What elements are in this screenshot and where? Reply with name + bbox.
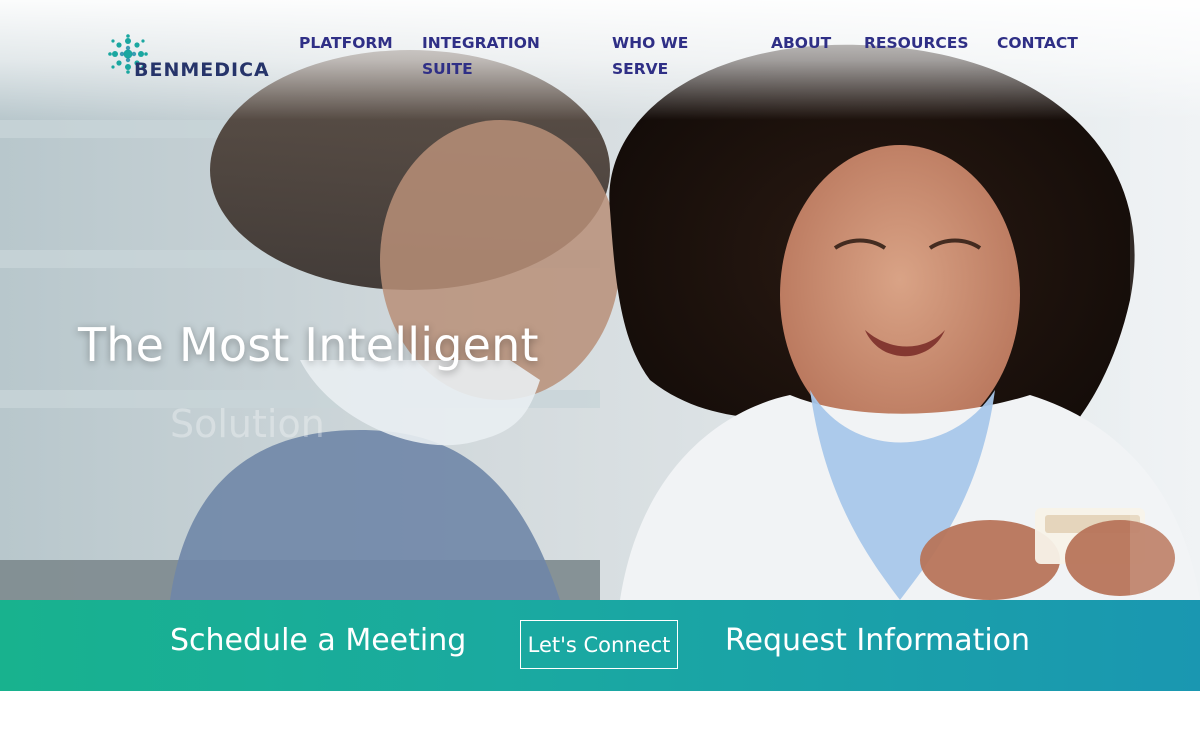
nav-who-we-serve[interactable]: WHO WE SERVE <box>612 30 702 82</box>
nav-resources[interactable]: RESOURCES <box>864 30 974 56</box>
cta-bar: Schedule a Meeting Let's Connect Request… <box>0 600 1200 691</box>
schedule-meeting-link[interactable]: Schedule a Meeting <box>170 623 466 658</box>
lets-connect-button[interactable]: Let's Connect <box>520 620 678 669</box>
hero-section: The Most Intelligent Solution BENMEDICA … <box>0 0 1200 600</box>
site-header: BENMEDICA PLATFORM INTEGRATION SUITE WHO… <box>0 0 1200 110</box>
nav-integration-suite[interactable]: INTEGRATION SUITE <box>422 30 547 82</box>
brand-name: BENMEDICA <box>134 59 270 81</box>
hero-title: The Most Intelligent <box>78 318 539 372</box>
logo[interactable]: BENMEDICA <box>108 34 283 81</box>
nav-platform[interactable]: PLATFORM <box>299 30 399 56</box>
request-information-link[interactable]: Request Information <box>725 623 1030 658</box>
nav-about[interactable]: ABOUT <box>771 30 841 56</box>
hero-subtitle-ghost: Solution <box>170 402 325 446</box>
nav-contact[interactable]: CONTACT <box>997 30 1087 56</box>
